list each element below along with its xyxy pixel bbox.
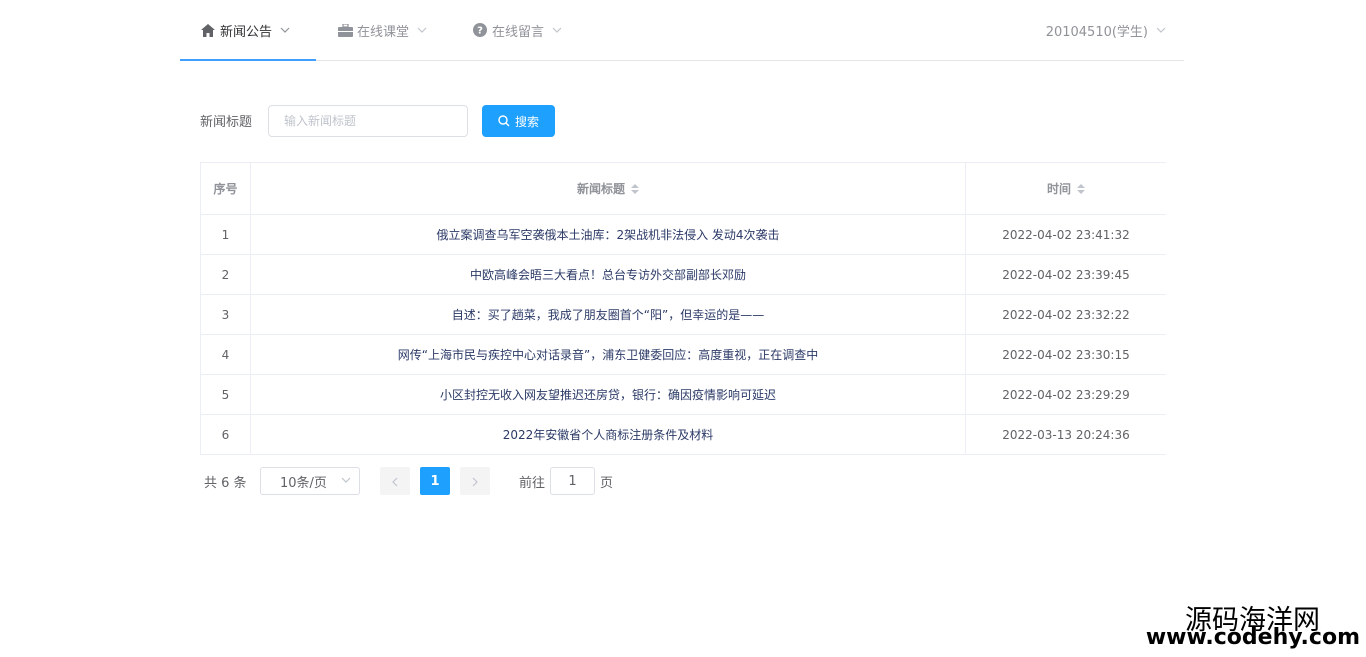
goto-page-input[interactable] [550, 467, 595, 495]
row-time: 2022-04-02 23:29:29 [1002, 387, 1130, 402]
table-row[interactable]: 3 自述：买了趟菜，我成了朋友圈首个“阳”，但幸运的是—— 2022-04-02… [201, 295, 1166, 335]
row-time: 2022-04-02 23:39:45 [1002, 267, 1130, 282]
nav-item-message[interactable]: ? 在线留言 [472, 0, 562, 60]
row-title-link[interactable]: 小区封控无收入网友望推迟还房贷，银行：确因疫情影响可延迟 [251, 375, 966, 414]
chevron-down-icon [552, 25, 562, 35]
chevron-down-icon [1156, 25, 1166, 35]
row-time: 2022-04-02 23:30:15 [1002, 347, 1130, 362]
row-title-link[interactable]: 自述：买了趟菜，我成了朋友圈首个“阳”，但幸运的是—— [251, 295, 966, 334]
goto-label: 前往 [519, 476, 546, 491]
svg-text:?: ? [477, 26, 483, 37]
home-icon [200, 22, 216, 38]
watermark-url: www.codehy.com [1145, 625, 1360, 650]
page-number-current[interactable]: 1 [420, 467, 450, 495]
row-title-link[interactable]: 2022年安徽省个人商标注册条件及材料 [251, 415, 966, 454]
nav-item-classroom[interactable]: 在线课堂 [337, 0, 427, 60]
table-row[interactable]: 5 小区封控无收入网友望推迟还房贷，银行：确因疫情影响可延迟 2022-04-0… [201, 375, 1166, 415]
row-index: 2 [201, 255, 251, 294]
briefcase-icon [337, 22, 353, 38]
sort-icon[interactable] [631, 183, 639, 194]
row-index: 6 [201, 415, 251, 454]
table-row[interactable]: 2 中欧高峰会晤三大看点！总台专访外交部副部长邓励 2022-04-02 23:… [201, 255, 1166, 295]
row-time: 2022-03-13 20:24:36 [1002, 427, 1130, 442]
prev-page-button[interactable] [380, 467, 410, 495]
chevron-down-icon [280, 25, 290, 35]
row-index: 5 [201, 375, 251, 414]
column-header-index: 序号 [201, 163, 251, 214]
user-name: 20104510(学生) [1045, 24, 1148, 40]
row-index: 3 [201, 295, 251, 334]
next-page-button[interactable] [460, 467, 490, 495]
column-header-time[interactable]: 时间 [966, 163, 1166, 214]
page-size-value: 10条/页 [280, 475, 327, 491]
top-nav: 新闻公告 在线课堂 ? 在线留言 20104510(学生) [180, 0, 1184, 61]
news-table: 序号 新闻标题 时间 1 俄立案调查乌军空袭俄本土油库：2架战机非法侵入 发动4… [200, 162, 1166, 455]
column-header-label: 序号 [213, 182, 238, 196]
chevron-down-icon [341, 477, 351, 483]
search-label: 新闻标题 [200, 115, 253, 130]
table-row[interactable]: 1 俄立案调查乌军空袭俄本土油库：2架战机非法侵入 发动4次袭击 2022-04… [201, 215, 1166, 255]
user-menu[interactable]: 20104510(学生) [1046, 0, 1166, 60]
row-index: 4 [201, 335, 251, 374]
chevron-left-icon [392, 472, 398, 491]
search-input[interactable] [268, 105, 468, 137]
nav-item-news[interactable]: 新闻公告 [200, 0, 290, 60]
table-row[interactable]: 4 网传“上海市民与疾控中心对话录音”，浦东卫健委回应：高度重视，正在调查中 2… [201, 335, 1166, 375]
row-time: 2022-04-02 23:41:32 [1002, 227, 1130, 242]
chevron-down-icon [417, 25, 427, 35]
search-button[interactable]: 搜索 [482, 105, 555, 137]
question-circle-icon: ? [472, 22, 488, 38]
sort-icon[interactable] [1077, 183, 1085, 194]
goto-unit: 页 [600, 476, 614, 491]
row-index: 1 [201, 215, 251, 254]
active-tab-indicator [180, 59, 316, 61]
nav-item-label: 新闻公告 [220, 24, 273, 40]
column-header-label: 时间 [1046, 182, 1071, 196]
table-row[interactable]: 6 2022年安徽省个人商标注册条件及材料 2022-03-13 20:24:3… [201, 415, 1166, 455]
row-title-link[interactable]: 俄立案调查乌军空袭俄本土油库：2架战机非法侵入 发动4次袭击 [251, 215, 966, 254]
search-button-label: 搜索 [514, 114, 539, 129]
table-header-row: 序号 新闻标题 时间 [201, 163, 1166, 215]
chevron-right-icon [472, 472, 478, 491]
nav-item-label: 在线课堂 [357, 24, 410, 40]
page-size-select[interactable]: 10条/页 [260, 467, 360, 495]
row-title-link[interactable]: 中欧高峰会晤三大看点！总台专访外交部副部长邓励 [251, 255, 966, 294]
column-header-label: 新闻标题 [576, 182, 625, 196]
column-header-title[interactable]: 新闻标题 [251, 163, 966, 214]
nav-item-label: 在线留言 [492, 24, 545, 40]
search-icon [498, 115, 510, 127]
pagination-total: 共 6 条 [204, 476, 247, 491]
row-time: 2022-04-02 23:32:22 [1002, 307, 1130, 322]
row-title-link[interactable]: 网传“上海市民与疾控中心对话录音”，浦东卫健委回应：高度重视，正在调查中 [251, 335, 966, 374]
